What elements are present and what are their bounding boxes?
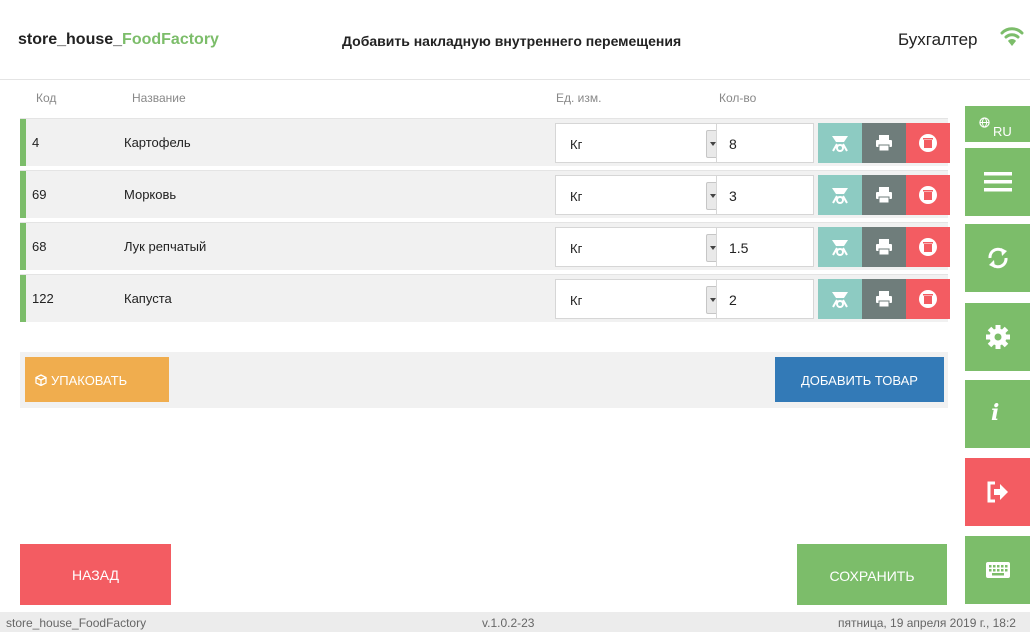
unit-select[interactable]: Кг [555,279,725,319]
print-icon [876,291,892,308]
header: store_house_FoodFactory Добавить накладн… [0,0,1030,80]
keyboard-button[interactable] [965,536,1030,604]
delete-icon [919,134,937,152]
delete-icon [919,186,937,204]
info-button[interactable]: i [965,380,1030,448]
action-bar: УПАКОВАТЬ ДОБАВИТЬ ТОВАР [20,352,948,408]
save-button[interactable]: СОХРАНИТЬ [797,544,947,605]
unit-value: Кг [570,137,583,152]
footer-version: v.1.0.2-23 [482,616,535,630]
row-code: 122 [32,291,54,306]
language-label: RU [979,115,1012,139]
delete-button[interactable] [906,279,950,319]
unit-select[interactable]: Кг [555,227,725,267]
brand-logo: store_house_FoodFactory [18,31,219,49]
weigh-button[interactable] [818,123,862,163]
column-header-qty: Кол-во [719,91,757,105]
add-item-button[interactable]: ДОБАВИТЬ ТОВАР [775,357,944,402]
user-role[interactable]: Бухгалтер [898,30,978,50]
print-button[interactable] [862,123,906,163]
delete-icon [919,290,937,308]
unit-value: Кг [570,189,583,204]
weigh-button[interactable] [818,175,862,215]
language-button[interactable]: RU [965,106,1030,142]
row-name: Морковь [124,187,177,202]
quantity-input[interactable]: 3 [716,175,814,215]
column-header-unit: Ед. изм. [556,91,602,105]
globe-icon [979,117,990,128]
row-stripe [20,275,26,322]
row-stripe [20,171,26,218]
footer: store_house_FoodFactory v.1.0.2-23 пятни… [0,612,1030,632]
footer-app-name: store_house_FoodFactory [6,616,147,630]
save-label: СОХРАНИТЬ [829,568,915,584]
quantity-input[interactable]: 2 [716,279,814,319]
box-icon [35,374,47,386]
scale-icon [832,292,848,308]
table-row[interactable]: 69 Морковь Кг 3 [20,170,950,218]
brand-prefix: store_house_ [18,31,123,48]
logout-icon [987,481,1008,503]
pack-button[interactable]: УПАКОВАТЬ [25,357,169,402]
weigh-button[interactable] [818,227,862,267]
keyboard-icon [985,562,1010,578]
footer-datetime: пятница, 19 апреля 2019 г., 18:2 [838,616,1016,630]
pack-label: УПАКОВАТЬ [51,373,128,388]
row-code: 68 [32,239,47,254]
weigh-button[interactable] [818,279,862,319]
page-title: Добавить накладную внутреннего перемещен… [342,33,682,49]
wifi-icon [1000,27,1024,46]
unit-value: Кг [570,241,583,256]
print-icon [876,135,892,152]
quantity-value: 8 [729,136,737,152]
row-name: Лук репчатый [124,239,207,254]
back-button[interactable]: НАЗАД [20,544,171,605]
sync-button[interactable] [965,224,1030,292]
logout-button[interactable] [965,458,1030,526]
table-row[interactable]: 4 Картофель Кг 8 [20,118,950,166]
info-icon: i [991,400,1000,426]
scale-icon [832,136,848,152]
row-name: Капуста [124,291,172,306]
delete-button[interactable] [906,175,950,215]
row-stripe [20,223,26,270]
quantity-input[interactable]: 1.5 [716,227,814,267]
row-code: 69 [32,187,47,202]
unit-value: Кг [570,293,583,308]
quantity-value: 3 [729,188,737,204]
settings-button[interactable] [965,303,1030,371]
back-label: НАЗАД [71,567,120,583]
column-header-name: Название [132,91,186,105]
scale-icon [832,188,848,204]
table-row[interactable]: 68 Лук репчатый Кг 1.5 [20,222,950,270]
print-button[interactable] [862,175,906,215]
quantity-value: 2 [729,292,737,308]
quantity-input[interactable]: 8 [716,123,814,163]
delete-icon [919,238,937,256]
add-item-label: ДОБАВИТЬ ТОВАР [801,373,918,388]
menu-button[interactable] [965,148,1030,216]
table-row[interactable]: 122 Капуста Кг 2 [20,274,950,322]
unit-select[interactable]: Кг [555,175,725,215]
menu-icon [983,172,1012,192]
quantity-value: 1.5 [729,240,749,256]
delete-button[interactable] [906,227,950,267]
print-button[interactable] [862,279,906,319]
row-code: 4 [32,135,40,150]
print-button[interactable] [862,227,906,267]
sync-icon [987,247,1008,269]
language-code: RU [993,124,1012,139]
scale-icon [832,240,848,256]
print-icon [876,239,892,256]
delete-button[interactable] [906,123,950,163]
brand-accent: FoodFactory [122,31,219,48]
unit-select[interactable]: Кг [555,123,725,163]
column-header-code: Код [36,91,57,105]
row-name: Картофель [124,135,191,150]
gear-icon [985,325,1010,349]
print-icon [876,187,892,204]
row-stripe [20,119,26,166]
